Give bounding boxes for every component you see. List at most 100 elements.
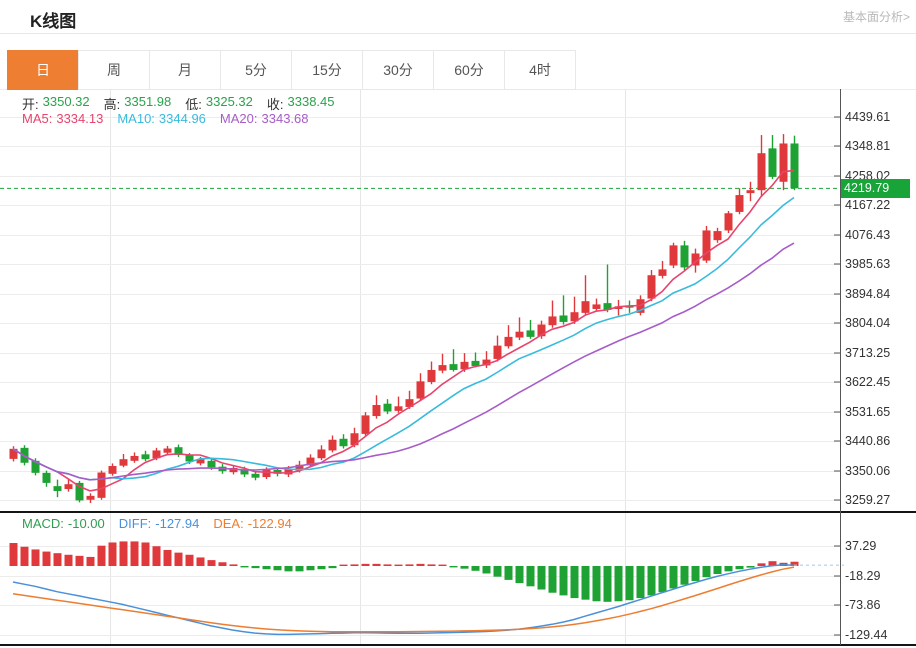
macd-bar	[351, 564, 359, 566]
tab-日[interactable]: 日	[7, 50, 79, 90]
current-price-tag: 4219.79	[841, 179, 910, 198]
macd-header: MACD: -10.00 DIFF: -127.94 DEA: -122.94	[22, 516, 296, 531]
macd-bar	[747, 566, 755, 568]
candle-body	[395, 406, 403, 411]
macd-bar	[373, 564, 381, 566]
macd-bar	[175, 553, 183, 566]
candle-body	[648, 275, 656, 298]
macd-bar	[670, 566, 678, 588]
candle-body	[54, 486, 62, 491]
macd-bar	[87, 557, 95, 566]
macd-bar	[296, 566, 304, 571]
macd-bar	[571, 566, 579, 598]
macd-value: -10.00	[68, 516, 105, 531]
candle-body	[736, 195, 744, 212]
candle-body	[417, 381, 425, 398]
ma20-line	[13, 243, 794, 480]
macd-bar	[428, 564, 436, 566]
candle-body	[252, 474, 260, 478]
candle-body	[670, 245, 678, 265]
tab-4时[interactable]: 4时	[504, 50, 576, 90]
candle-body	[329, 440, 337, 451]
candle-body	[142, 454, 150, 459]
y-axis-label: 3985.63	[845, 257, 890, 271]
candle-body	[747, 190, 755, 193]
ma5-label: MA5:	[22, 111, 52, 126]
candle-body	[87, 496, 95, 500]
macd-bar	[648, 566, 656, 595]
candle-body	[593, 304, 601, 309]
macd-bar	[120, 541, 128, 566]
macd-bar	[43, 552, 51, 566]
macd-bar	[681, 566, 689, 585]
y-axis-label: 3350.06	[845, 464, 890, 478]
ma20-label: MA20:	[220, 111, 258, 126]
macd-bar	[263, 566, 271, 569]
tab-15分[interactable]: 15分	[291, 50, 363, 90]
y-axis-label: 3440.86	[845, 434, 890, 448]
macd-bar	[483, 566, 491, 573]
y-axis-label: 3713.25	[845, 346, 890, 360]
macd-bar	[164, 550, 172, 566]
candle-body	[494, 346, 502, 359]
macd-bar	[21, 547, 29, 566]
tab-30分[interactable]: 30分	[362, 50, 434, 90]
macd-bar	[142, 542, 150, 566]
candle-body	[780, 143, 788, 181]
candle-body	[527, 330, 535, 336]
candle-body	[131, 456, 139, 461]
candle-body	[725, 213, 733, 230]
macd-bar	[384, 564, 392, 566]
y-axis-label: 4439.61	[845, 110, 890, 124]
y-axis-label: 3894.84	[845, 287, 890, 301]
ma-header: MA5: 3334.13 MA10: 3344.96 MA20: 3343.68	[22, 111, 313, 126]
tab-bar: 日周月5分15分30分60分4时	[8, 50, 576, 90]
macd-bar	[395, 565, 403, 566]
macd-bar	[736, 566, 744, 569]
macd-bar	[758, 563, 766, 566]
y-axis-label: 4348.81	[845, 139, 890, 153]
y-axis-label: 3531.65	[845, 405, 890, 419]
macd-bar	[274, 566, 282, 570]
macd-bar	[318, 566, 326, 569]
macd-bar	[340, 565, 348, 566]
y-axis-label: 4076.43	[845, 228, 890, 242]
macd-bar	[703, 566, 711, 577]
macd-bar	[615, 566, 623, 601]
y-axis-label: -129.44	[845, 628, 887, 642]
macd-bar	[538, 566, 546, 590]
candle-body	[450, 364, 458, 370]
macd-bar	[54, 553, 62, 566]
candles-layer	[10, 134, 799, 503]
tab-周[interactable]: 周	[78, 50, 150, 90]
tab-5分[interactable]: 5分	[220, 50, 292, 90]
macd-bar	[153, 546, 161, 566]
candle-body	[516, 332, 524, 338]
tab-月[interactable]: 月	[149, 50, 221, 90]
tab-60分[interactable]: 60分	[433, 50, 505, 90]
macd-bar	[626, 566, 634, 600]
macd-bar	[219, 562, 227, 566]
macd-bar	[65, 555, 73, 566]
candle-body	[439, 365, 447, 371]
macd-bar	[10, 543, 18, 566]
ma10-line	[13, 198, 794, 480]
macd-bar	[461, 566, 469, 569]
candle-body	[505, 337, 513, 346]
macd-bar	[307, 566, 315, 570]
macd-histogram	[10, 541, 799, 601]
y-axis-label: 4167.22	[845, 198, 890, 212]
candle-body	[560, 315, 568, 321]
macd-bar	[252, 566, 260, 568]
y-axis-label: 3622.45	[845, 375, 890, 389]
candle-body	[98, 473, 106, 498]
macd-bar	[725, 566, 733, 571]
macd-bar	[417, 564, 425, 566]
macd-bar	[76, 556, 84, 566]
macd-bar	[450, 566, 458, 567]
macd-bar	[527, 566, 535, 586]
macd-label: MACD:	[22, 516, 64, 531]
candle-body	[362, 415, 370, 433]
candle-body	[758, 153, 766, 190]
candle-body	[164, 448, 172, 452]
